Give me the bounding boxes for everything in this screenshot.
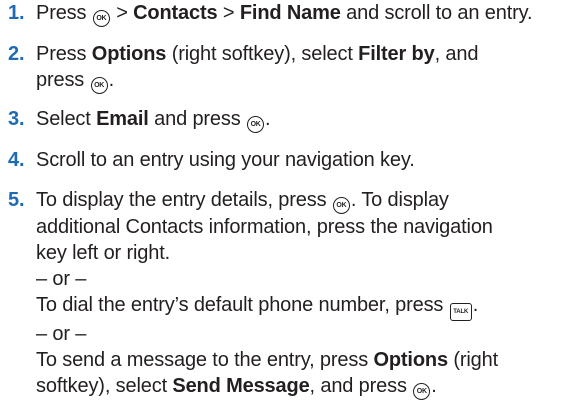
or-separator: – or – — [36, 323, 87, 345]
step-text-line: press OK. — [36, 67, 565, 94]
menu-email: Email — [96, 108, 149, 130]
menu-contacts: Contacts — [133, 2, 218, 24]
instruction-page: 1. Press OK > Contacts > Find Name and s… — [0, 0, 565, 400]
step-text-line: To display the entry details, press OK. … — [36, 187, 565, 214]
step-4: 4. Scroll to an entry using your navigat… — [0, 147, 565, 173]
step-text: Scroll to an entry using your navigation… — [36, 149, 415, 171]
ok-key-icon: OK — [413, 383, 431, 400]
menu-send-message: Send Message — [172, 375, 310, 397]
step-number: 1. — [8, 2, 25, 24]
step-text-line: softkey), select Send Message, and press… — [36, 373, 565, 400]
step-text: Press OK > Contacts > Find Name and scro… — [36, 0, 565, 27]
step-text: Select Email and press OK. — [36, 106, 565, 133]
menu-options: Options — [91, 43, 167, 65]
step-number: 4. — [8, 149, 25, 171]
step-5: 5. To display the entry details, press O… — [0, 187, 565, 400]
ok-key-icon: OK — [247, 116, 265, 133]
ok-key-icon: OK — [92, 10, 110, 27]
step-2: 2. Press Options (right softkey), select… — [0, 41, 565, 94]
step-number: 3. — [8, 108, 25, 130]
menu-filter-by: Filter by — [358, 43, 435, 65]
menu-find-name: Find Name — [239, 2, 341, 24]
steps-list: 1. Press OK > Contacts > Find Name and s… — [0, 0, 565, 414]
step-text-line: key left or right. — [36, 242, 171, 264]
ok-key-icon: OK — [90, 77, 108, 94]
step-number: 2. — [8, 43, 25, 65]
step-number: 5. — [8, 189, 25, 211]
step-text-line: To send a message to the entry, press Op… — [36, 349, 499, 371]
ok-key-icon: OK — [332, 197, 350, 214]
step-1: 1. Press OK > Contacts > Find Name and s… — [0, 0, 565, 27]
step-text-line: Press Options (right softkey), select Fi… — [36, 43, 479, 65]
step-3: 3. Select Email and press OK. — [0, 106, 565, 133]
talk-key-icon: TALK — [449, 303, 472, 321]
or-separator: – or – — [36, 268, 87, 290]
step-text-line: To dial the entry’s default phone number… — [36, 292, 565, 321]
step-text-line: additional Contacts information, press t… — [36, 216, 493, 238]
menu-options: Options — [373, 349, 448, 371]
